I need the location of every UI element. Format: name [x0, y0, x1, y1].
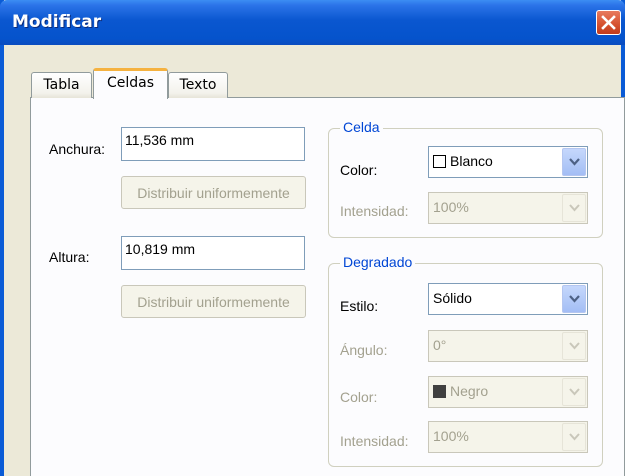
height-input[interactable]: 10,819 mm	[121, 236, 305, 270]
width-label: Anchura:	[49, 141, 106, 157]
button-label: Distribuir uniformemente	[137, 293, 290, 310]
tab-celdas[interactable]: Celdas	[93, 68, 168, 99]
combo-value: 0°	[433, 337, 447, 353]
gradient-color-select[interactable]: Negro	[428, 376, 588, 408]
button-label: Distribuir uniformemente	[137, 184, 290, 201]
tab-texto[interactable]: Texto	[168, 72, 228, 98]
chevron-down-icon	[562, 423, 586, 451]
gradient-angle-label: Ángulo:	[340, 342, 388, 358]
height-label: Altura:	[49, 249, 90, 265]
title-bar: Modificar	[0, 0, 625, 45]
combo-text: Negro	[450, 383, 489, 399]
dialog-window: Modificar Tabla Celdas Texto Anchura: 11…	[0, 0, 625, 476]
width-distribute-button[interactable]: Distribuir uniformemente	[121, 176, 306, 209]
gradient-style-select[interactable]: Sólido	[428, 283, 588, 315]
gradient-intensity-select[interactable]: 100%	[428, 421, 588, 453]
chevron-down-icon	[562, 332, 586, 360]
chevron-down-icon	[562, 378, 586, 406]
black-swatch-icon	[433, 384, 446, 398]
cell-intensity-label: Intensidad:	[340, 203, 409, 219]
gradient-angle-select[interactable]: 0°	[428, 330, 588, 362]
white-swatch-icon	[433, 154, 446, 168]
gradient-color-label: Color:	[340, 389, 378, 405]
chevron-down-icon[interactable]	[562, 285, 586, 313]
tab-tabla[interactable]: Tabla	[31, 72, 92, 98]
combo-value: Sólido	[433, 290, 472, 306]
cell-color-label: Color:	[340, 162, 378, 178]
close-button[interactable]	[596, 10, 621, 35]
gradient-group-title: Degradado	[340, 254, 416, 270]
cell-group-title: Celda	[340, 119, 383, 135]
combo-text: Blanco	[450, 153, 493, 169]
combo-value: Blanco	[433, 153, 493, 169]
chevron-down-icon[interactable]	[562, 148, 586, 176]
height-distribute-button[interactable]: Distribuir uniformemente	[121, 285, 306, 318]
gradient-style-label: Estilo:	[340, 298, 379, 314]
close-icon	[601, 15, 616, 30]
cell-color-select[interactable]: Blanco	[428, 146, 588, 178]
tab-label: Celdas	[106, 75, 155, 91]
combo-value: 100%	[433, 199, 469, 215]
cell-intensity-select[interactable]: 100%	[428, 192, 588, 224]
window-title: Modificar	[12, 12, 102, 32]
combo-value: Negro	[433, 383, 488, 399]
combo-value: 100%	[433, 428, 469, 444]
tab-label: Tabla	[43, 77, 80, 93]
width-input[interactable]: 11,536 mm	[121, 127, 305, 161]
tab-label: Texto	[179, 77, 217, 93]
gradient-intensity-label: Intensidad:	[340, 433, 409, 449]
chevron-down-icon	[562, 194, 586, 222]
